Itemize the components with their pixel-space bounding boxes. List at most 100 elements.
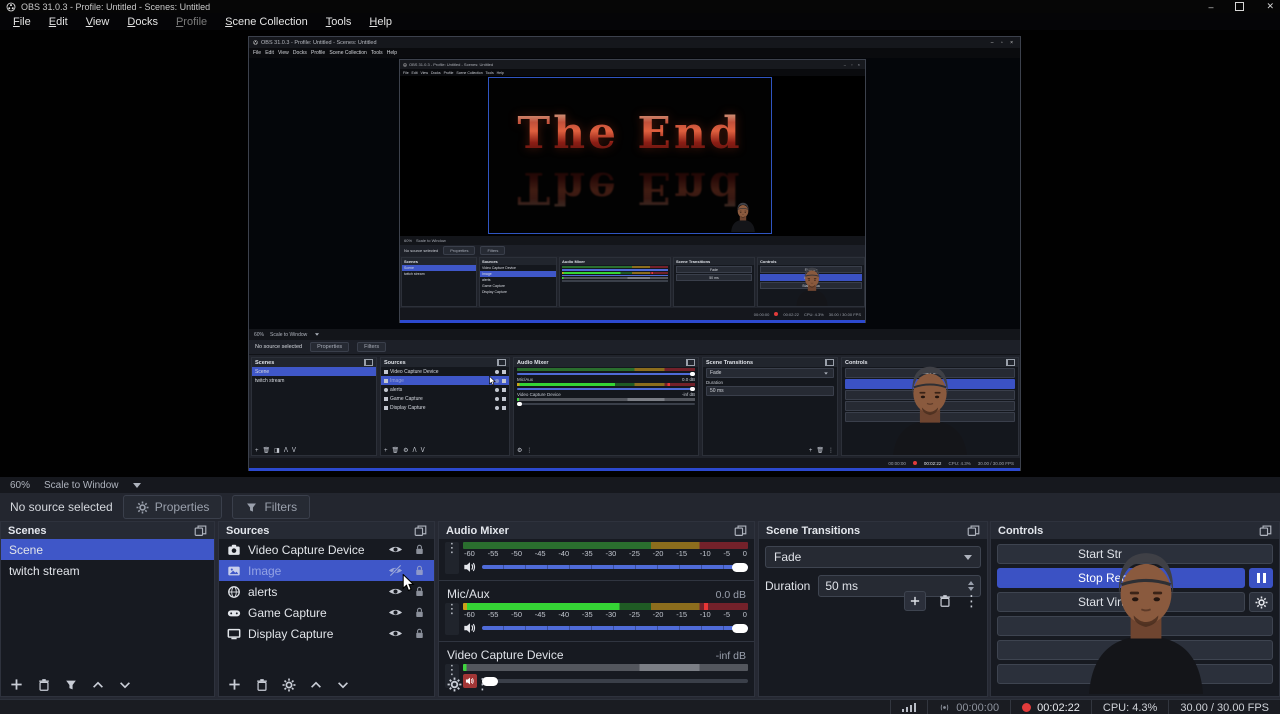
spinner-arrows[interactable] xyxy=(968,581,974,591)
speaker-icon[interactable] xyxy=(463,560,477,574)
filters-icon xyxy=(245,501,258,514)
menu-tools[interactable]: Tools xyxy=(317,16,361,28)
transition-select[interactable]: Fade xyxy=(765,546,981,568)
image-icon xyxy=(227,564,241,578)
volume-slider[interactable] xyxy=(482,679,748,683)
menu-help[interactable]: Help xyxy=(360,16,401,28)
end-screen-text: The End xyxy=(489,108,771,159)
volume-meter xyxy=(463,542,748,549)
stream-timer: 00:00:00 xyxy=(927,700,1010,714)
cursor-mini xyxy=(489,376,496,386)
visibility-eye-icon[interactable] xyxy=(388,542,403,557)
scenes-title: Scenes xyxy=(8,525,47,537)
mouse-cursor xyxy=(402,574,415,592)
volume-slider[interactable] xyxy=(482,626,748,630)
close-button[interactable]: ✕ xyxy=(1266,1,1274,12)
scene-filters-button[interactable] xyxy=(64,678,78,692)
chevron-down-icon[interactable] xyxy=(133,483,141,488)
volume-slider[interactable] xyxy=(482,565,748,569)
signal-bars-icon xyxy=(902,703,917,712)
source-row-game-capture[interactable]: Game Capture xyxy=(219,602,434,623)
properties-button[interactable]: Properties xyxy=(123,495,223,519)
remove-transition-button[interactable] xyxy=(938,594,952,608)
add-scene-button[interactable] xyxy=(9,677,24,692)
program-preview[interactable]: OBS 31.0.3 - Profile: Untitled - Scenes:… xyxy=(0,30,1280,477)
nested-canvas: The End The End xyxy=(400,76,865,236)
popout-icon[interactable] xyxy=(967,524,980,537)
source-row-display-capture[interactable]: Display Capture xyxy=(219,623,434,644)
filters-button[interactable]: Filters xyxy=(232,495,310,519)
advanced-audio-gear-icon[interactable] xyxy=(447,677,462,692)
record-dot-icon xyxy=(1022,703,1031,712)
scene-item-twitch-stream[interactable]: twitch stream xyxy=(1,560,214,581)
scene-item-scene[interactable]: Scene xyxy=(1,539,214,560)
sources-title: Sources xyxy=(226,525,269,537)
menu-profile[interactable]: Profile xyxy=(167,16,216,28)
broadcast-icon xyxy=(939,702,950,713)
nested-menu-bar: File Edit View Docks Profile Scene Colle… xyxy=(249,48,1020,58)
captured-obs-window-level2: OBS 31.0.3 - Profile: Untitled - Scenes:… xyxy=(399,59,866,323)
visibility-eye-icon[interactable] xyxy=(388,626,403,641)
maximize-button[interactable] xyxy=(1235,2,1244,11)
menu-file[interactable]: File xyxy=(4,16,40,28)
minimize-button[interactable]: – xyxy=(1208,2,1213,12)
zoom-level: 60% xyxy=(10,480,30,491)
meter-scale: -60-55-50-45-40-35-30-25-20-15-10-50 xyxy=(464,610,747,619)
facecam-person-tiny xyxy=(727,198,759,234)
lock-icon[interactable] xyxy=(413,606,426,619)
virtual-camera-settings-button[interactable] xyxy=(1249,592,1273,612)
mixer-menu-icon[interactable]: ⋮ xyxy=(475,677,490,692)
volume-meter xyxy=(463,664,748,671)
obs-application-window: OBS 31.0.3 - Profile: Untitled - Scenes:… xyxy=(0,0,1280,714)
menu-bar: File Edit View Docks Profile Scene Colle… xyxy=(0,13,1280,30)
mixer-options-icon[interactable]: ⋮ xyxy=(445,542,459,574)
captured-obs-window: OBS 31.0.3 - Profile: Untitled - Scenes:… xyxy=(248,36,1021,471)
gear-icon xyxy=(136,501,149,514)
visibility-eye-off-icon[interactable] xyxy=(388,563,403,578)
scale-mode[interactable]: Scale to Window xyxy=(44,480,118,491)
menu-view[interactable]: View xyxy=(77,16,119,28)
move-scene-down-button[interactable] xyxy=(118,678,132,692)
duration-label: Duration xyxy=(765,579,810,593)
mixer-options-icon[interactable]: ⋮ xyxy=(445,603,459,635)
lock-icon[interactable] xyxy=(413,543,426,556)
source-row-video-capture-device[interactable]: Video Capture Device xyxy=(219,539,434,560)
pause-recording-button[interactable] xyxy=(1249,568,1273,588)
browser-icon xyxy=(227,585,241,599)
move-source-down-button[interactable] xyxy=(336,678,350,692)
remove-scene-button[interactable] xyxy=(37,678,51,692)
facecam-person-micro xyxy=(791,260,833,307)
nested-status-bar: 00:00:00 00:02:22 CPU: 4.3%30.00 / 30.00… xyxy=(249,458,1020,468)
lock-icon[interactable] xyxy=(413,627,426,640)
status-bar: 00:00:00 00:02:22 CPU: 4.3% 30.00 / 30.0… xyxy=(0,699,1280,714)
obs-logo-icon xyxy=(6,2,16,12)
track-db: -inf dB xyxy=(716,650,746,662)
menu-edit[interactable]: Edit xyxy=(40,16,77,28)
visibility-eye-icon[interactable] xyxy=(388,605,403,620)
display-icon xyxy=(227,627,241,641)
window-title: OBS 31.0.3 - Profile: Untitled - Scenes:… xyxy=(21,2,210,12)
speaker-icon[interactable] xyxy=(463,621,477,635)
camera-icon xyxy=(227,543,241,557)
popout-icon[interactable] xyxy=(734,524,747,537)
popout-icon[interactable] xyxy=(414,524,427,537)
nested-source-toolbar: No source selected Properties Filters xyxy=(249,340,1020,354)
visibility-eye-icon[interactable] xyxy=(388,584,403,599)
transition-menu-icon[interactable]: ⋮ xyxy=(964,594,979,609)
add-transition-button[interactable] xyxy=(904,591,926,611)
remove-source-button[interactable] xyxy=(255,678,269,692)
move-scene-up-button[interactable] xyxy=(91,678,105,692)
move-source-up-button[interactable] xyxy=(309,678,323,692)
popout-icon[interactable] xyxy=(1259,524,1272,537)
audio-mixer-panel: Audio Mixer ⋮ -60-55-50-45-40-35-30-25-2… xyxy=(438,521,755,697)
popout-icon[interactable] xyxy=(194,524,207,537)
source-properties-button[interactable] xyxy=(282,678,296,692)
menu-scene-collection[interactable]: Scene Collection xyxy=(216,16,317,28)
sources-panel: Sources Video Capture Device Image xyxy=(218,521,435,697)
menu-docks[interactable]: Docks xyxy=(118,16,167,28)
gamepad-icon xyxy=(227,606,241,620)
source-toolbar: No source selected Properties Filters xyxy=(0,493,1280,521)
network-status xyxy=(890,700,928,714)
add-source-button[interactable] xyxy=(227,677,242,692)
audio-mixer-title: Audio Mixer xyxy=(446,525,509,537)
